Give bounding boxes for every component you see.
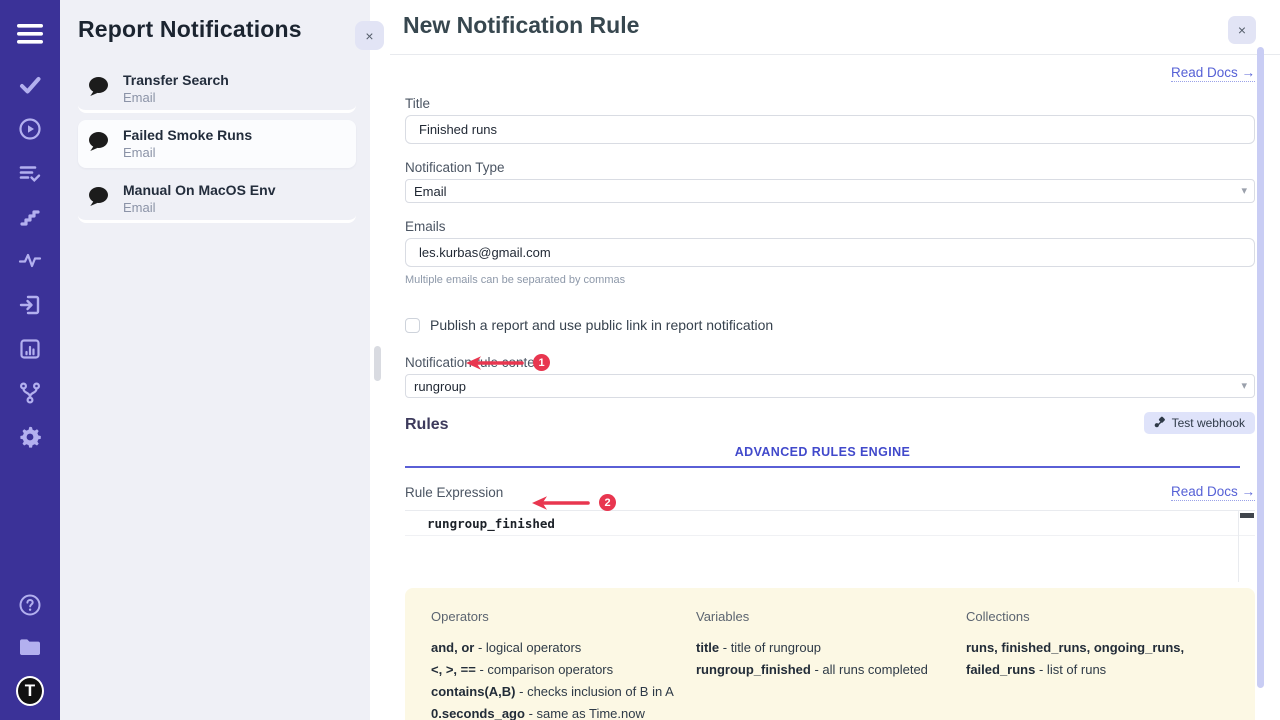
speech-bubble-icon: [86, 185, 110, 213]
emails-label: Emails: [405, 219, 1255, 234]
speech-bubble-icon: [86, 75, 110, 103]
notification-list: Transfer Search Email Failed Smoke Runs …: [78, 65, 356, 223]
test-webhook-label: Test webhook: [1172, 416, 1245, 430]
gear-icon[interactable]: [16, 424, 44, 449]
app-logo[interactable]: T: [16, 676, 44, 706]
check-icon[interactable]: [16, 72, 44, 97]
notification-type: Email: [123, 90, 229, 105]
list-item-transfer-search[interactable]: Transfer Search Email: [78, 65, 356, 113]
publish-report-label: Publish a report and use public link in …: [430, 317, 773, 333]
hamburger-menu-icon[interactable]: [16, 20, 44, 48]
sign-in-icon[interactable]: [16, 292, 44, 317]
notification-type-label: Notification Type: [405, 160, 1255, 175]
speech-bubble-icon: [86, 130, 110, 158]
help-circle-icon[interactable]: [16, 592, 44, 617]
notification-type: Email: [123, 200, 275, 215]
logo-letter: T: [25, 681, 35, 701]
context-value: rungroup: [414, 379, 466, 394]
help-column-title: Operators: [431, 609, 686, 624]
folder-icon[interactable]: [16, 634, 44, 659]
emails-helper-text: Multiple emails can be separated by comm…: [405, 274, 1255, 286]
page-title: New Notification Rule: [390, 0, 1280, 39]
emails-input[interactable]: [405, 238, 1255, 267]
panel-close-button[interactable]: ×: [355, 21, 384, 50]
drawer-close-button[interactable]: ×: [1228, 16, 1256, 44]
test-webhook-button[interactable]: Test webhook: [1144, 412, 1255, 434]
branch-icon[interactable]: [16, 380, 44, 405]
notification-type-value: Email: [414, 184, 447, 199]
list-item-manual-on-macos-env[interactable]: Manual On MacOS Env Email: [78, 175, 356, 223]
help-entry: 0.seconds_ago - same as Time.now: [431, 703, 686, 720]
help-entry: runs, finished_runs, ongoing_runs, faile…: [966, 637, 1231, 681]
editor-active-line[interactable]: rungroup_finished: [405, 511, 1255, 536]
new-notification-rule-drawer: New Notification Rule × Read Docs → Titl…: [370, 0, 1280, 720]
help-entry: contains(A,B) - checks inclusion of B in…: [431, 681, 686, 703]
title-input[interactable]: [405, 115, 1255, 144]
help-column-variables: Variables title - title of rungroup rung…: [696, 609, 956, 720]
help-entry: title - title of rungroup: [696, 637, 956, 659]
notification-title: Transfer Search: [123, 72, 229, 88]
list-item-failed-smoke-runs[interactable]: Failed Smoke Runs Email: [78, 120, 356, 168]
panel-resize-handle[interactable]: [374, 346, 381, 381]
tab-advanced-rules-engine[interactable]: ADVANCED RULES ENGINE: [735, 442, 911, 459]
play-circle-icon[interactable]: [16, 116, 44, 141]
drawer-header: New Notification Rule ×: [390, 0, 1280, 55]
chevron-down-icon: ▾: [1241, 379, 1247, 392]
chevron-down-icon: ▾: [1241, 184, 1247, 197]
webhook-icon: [1154, 416, 1166, 431]
panel-title: Report Notifications: [78, 16, 356, 43]
publish-report-checkbox[interactable]: [405, 318, 420, 333]
notification-type: Email: [123, 145, 252, 160]
help-entry: and, or - logical operators: [431, 637, 686, 659]
context-label: Notification rule context: [405, 355, 1255, 370]
help-entry: rungroup_finished - all runs completed: [696, 659, 956, 681]
report-notifications-panel: Report Notifications Transfer Search Ema…: [60, 0, 370, 720]
rule-expression-label: Rule Expression: [405, 485, 503, 500]
pulse-icon[interactable]: [16, 248, 44, 273]
steps-icon[interactable]: [16, 204, 44, 229]
app-sidebar: T: [0, 0, 60, 720]
context-select[interactable]: rungroup ▾: [405, 374, 1255, 398]
read-docs-link-rules[interactable]: Read Docs →: [1171, 484, 1255, 501]
help-column-operators: Operators and, or - logical operators <,…: [431, 609, 686, 720]
editor-scrollbar[interactable]: [1238, 511, 1255, 582]
editor-scrollbar-thumb[interactable]: [1240, 513, 1254, 518]
rules-tab-bar: ADVANCED RULES ENGINE: [405, 442, 1240, 468]
close-icon: ×: [1238, 22, 1246, 38]
help-entry: <, >, == - comparison operators: [431, 659, 686, 681]
help-column-title: Variables: [696, 609, 956, 624]
bar-chart-icon[interactable]: [16, 336, 44, 361]
form-content: Read Docs → Title Notification Type Emai…: [370, 64, 1280, 720]
help-column-title: Collections: [966, 609, 1231, 624]
title-label: Title: [405, 96, 1255, 111]
rules-heading: Rules: [405, 416, 449, 434]
read-docs-link-top[interactable]: Read Docs →: [1171, 65, 1255, 82]
notification-title: Failed Smoke Runs: [123, 127, 252, 143]
rule-expression-editor[interactable]: rungroup_finished: [405, 510, 1255, 582]
expression-help-box: Operators and, or - logical operators <,…: [405, 588, 1255, 720]
rule-expression-code: rungroup_finished: [427, 516, 555, 531]
notification-title: Manual On MacOS Env: [123, 182, 275, 198]
notification-type-select[interactable]: Email ▾: [405, 179, 1255, 203]
main-scrollbar-thumb[interactable]: [1257, 47, 1264, 688]
close-icon: ×: [365, 28, 373, 44]
list-check-icon[interactable]: [16, 160, 44, 185]
help-column-collections: Collections runs, finished_runs, ongoing…: [966, 609, 1231, 720]
